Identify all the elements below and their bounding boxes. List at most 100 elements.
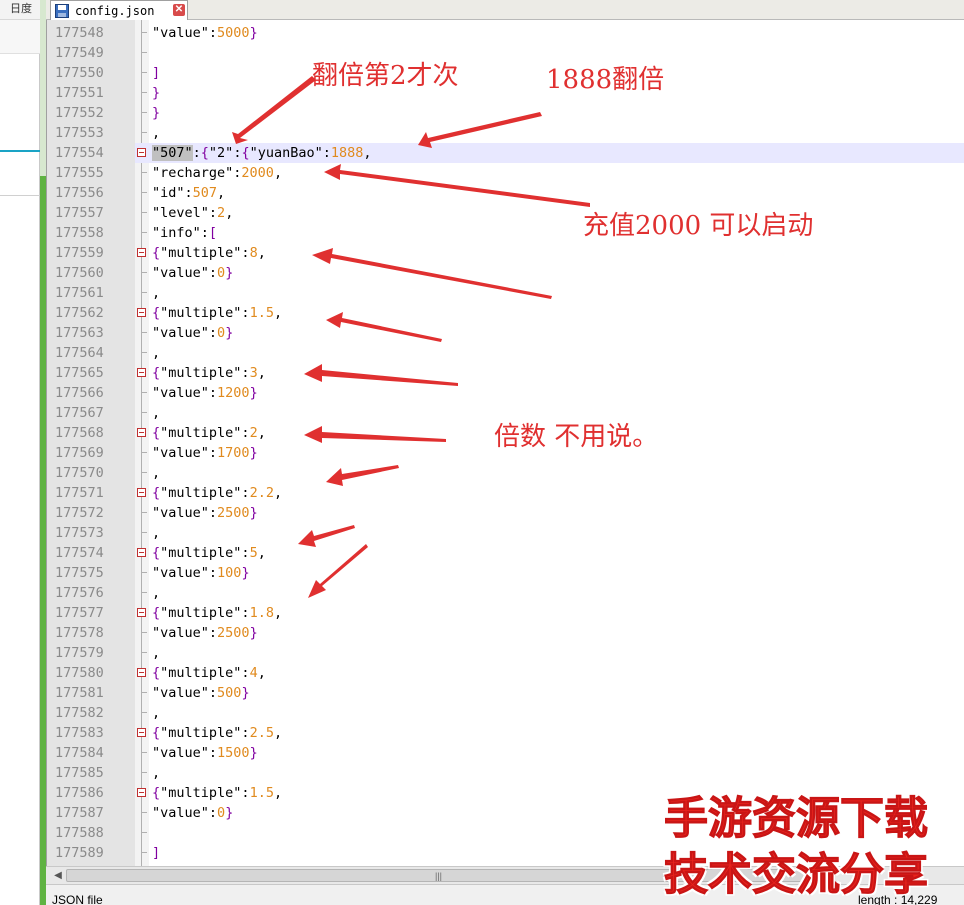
code-line[interactable]: 177571 {"multiple":2.2, [47, 483, 964, 503]
fold-guide-tick [141, 812, 147, 813]
line-code: "value":2500} [152, 623, 258, 643]
tab-bar: config.json ✕ [46, 0, 964, 20]
code-token: "2" [208, 145, 234, 161]
code-token: : [208, 205, 218, 221]
fold-guide-tick [141, 472, 147, 473]
code-token: : [241, 545, 250, 561]
code-line[interactable]: 177566 "value":1200} [47, 383, 964, 403]
fold-toggle-icon[interactable] [137, 148, 146, 157]
code-line[interactable]: 177549 [47, 43, 964, 63]
code-line[interactable]: 177583 {"multiple":2.5, [47, 723, 964, 743]
code-line[interactable]: 177574 {"multiple":5, [47, 543, 964, 563]
code-line[interactable]: 177564, [47, 343, 964, 363]
code-line[interactable]: 177578 "value":2500} [47, 623, 964, 643]
code-line[interactable]: 177572 "value":2500} [47, 503, 964, 523]
code-token: , [257, 245, 266, 261]
line-code: "info":[ [152, 223, 217, 243]
fold-toggle-icon[interactable] [137, 308, 146, 317]
code-token: : [208, 325, 218, 341]
code-line[interactable]: 177577 {"multiple":1.8, [47, 603, 964, 623]
code-line[interactable]: 177551} [47, 83, 964, 103]
fold-toggle-icon[interactable] [137, 368, 146, 377]
annotation-double-second: 翻倍第2才次 [312, 61, 459, 91]
code-token: : [241, 485, 250, 501]
code-token: : [208, 505, 218, 521]
fold-toggle-icon[interactable] [137, 728, 146, 737]
code-token: 2.2 [249, 485, 274, 501]
fold-toggle-icon[interactable] [137, 428, 146, 437]
code-token: "value" [152, 565, 209, 581]
code-line[interactable]: 177557 "level":2, [47, 203, 964, 223]
fold-toggle-icon[interactable] [137, 548, 146, 557]
code-token: 0 [217, 265, 226, 281]
fold-toggle-icon[interactable] [137, 248, 146, 257]
line-code: "value":5000} [152, 23, 258, 43]
fold-toggle-icon[interactable] [137, 668, 146, 677]
code-token: , [152, 405, 161, 421]
line-number: 177549 [55, 45, 104, 61]
code-line[interactable]: 177570, [47, 463, 964, 483]
code-token: { [152, 485, 161, 501]
code-line[interactable]: 177573, [47, 523, 964, 543]
line-number: 177588 [55, 825, 104, 841]
code-line[interactable]: 177553, [47, 123, 964, 143]
code-token: 2500 [217, 505, 250, 521]
code-token: [ [208, 225, 218, 241]
code-line[interactable]: 177550] [47, 63, 964, 83]
background-window-title-text: 日度 [10, 3, 32, 15]
code-line[interactable]: 177555 "recharge":2000, [47, 163, 964, 183]
code-line[interactable]: 177558 "info":[ [47, 223, 964, 243]
code-token: "multiple" [160, 245, 242, 261]
code-line[interactable]: 177579, [47, 643, 964, 663]
fold-guide-tick [141, 532, 147, 533]
code-token: 1.5 [249, 785, 274, 801]
code-token: : [208, 25, 218, 41]
code-line[interactable]: 177576, [47, 583, 964, 603]
code-token: { [152, 305, 161, 321]
code-token: : [241, 365, 250, 381]
code-token: { [152, 245, 161, 261]
code-line[interactable]: 177581 "value":500} [47, 683, 964, 703]
code-line[interactable]: 177565 {"multiple":3, [47, 363, 964, 383]
code-token: : [192, 145, 201, 161]
code-token: 5000 [217, 25, 250, 41]
code-line[interactable]: 177556 "id":507, [47, 183, 964, 203]
code-token: : [208, 625, 218, 641]
fold-toggle-icon[interactable] [137, 608, 146, 617]
code-line[interactable]: 177562 {"multiple":1.5, [47, 303, 964, 323]
code-token: , [273, 485, 283, 501]
fold-guide-tick [141, 832, 147, 833]
code-line[interactable]: 177552} [47, 103, 964, 123]
status-file-type: JSON file [52, 893, 103, 905]
code-token: "value" [152, 445, 209, 461]
code-line[interactable]: 177560 "value":0} [47, 263, 964, 283]
code-line[interactable]: 177582, [47, 703, 964, 723]
line-number: 177573 [55, 525, 104, 541]
code-line[interactable]: 177563 "value":0} [47, 323, 964, 343]
code-token: { [152, 425, 161, 441]
code-token: : [208, 685, 218, 701]
close-tab-icon[interactable]: ✕ [173, 4, 185, 16]
code-token: "recharge" [152, 165, 234, 181]
line-number: 177571 [55, 485, 104, 501]
fold-toggle-icon[interactable] [137, 788, 146, 797]
line-code: "value":2500} [152, 503, 258, 523]
code-line[interactable]: 177554 "507":{"2":{"yuanBao":1888, [47, 143, 964, 163]
code-token: : [241, 605, 250, 621]
code-line[interactable]: 177580 {"multiple":4, [47, 663, 964, 683]
line-code: {"multiple":2.2, [152, 483, 282, 503]
code-token: "id" [152, 185, 185, 201]
scroll-left-arrow-icon[interactable]: ◀ [52, 870, 64, 882]
code-line[interactable]: 177559 {"multiple":8, [47, 243, 964, 263]
line-number: 177587 [55, 805, 104, 821]
code-line[interactable]: 177584 "value":1500} [47, 743, 964, 763]
line-code: , [152, 583, 160, 603]
tab-config-json[interactable]: config.json ✕ [50, 0, 188, 20]
line-number: 177553 [55, 125, 104, 141]
code-line[interactable]: 177575 "value":100} [47, 563, 964, 583]
code-line[interactable]: 177561, [47, 283, 964, 303]
line-number: 177548 [55, 25, 104, 41]
code-token: , [273, 305, 283, 321]
fold-toggle-icon[interactable] [137, 488, 146, 497]
code-line[interactable]: 177548 "value":5000} [47, 23, 964, 43]
